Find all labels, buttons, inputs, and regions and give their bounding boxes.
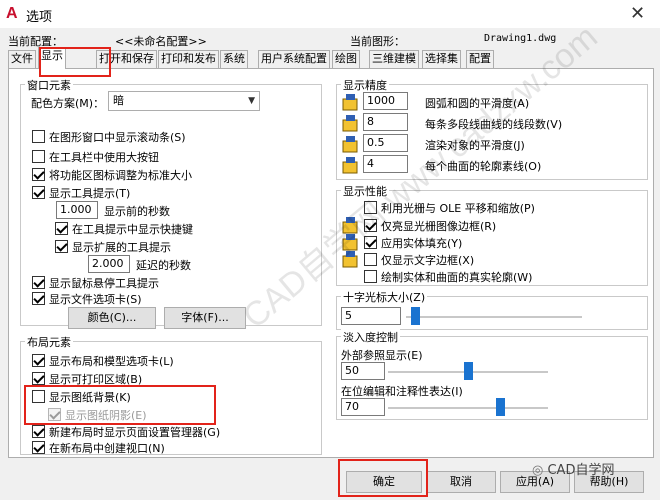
inplace-fade-label: 在位编辑和注释性表达(I) bbox=[341, 385, 463, 398]
current-drawing-label: 当前图形： bbox=[350, 35, 405, 48]
autocad-logo-icon: A bbox=[6, 5, 18, 22]
layout-model-tabs-checkbox[interactable] bbox=[32, 354, 45, 367]
show-tooltips-checkbox[interactable] bbox=[32, 186, 45, 199]
inplace-fade-input[interactable]: 70 bbox=[341, 398, 385, 416]
arc-smoothness-input[interactable]: 1000 bbox=[363, 92, 408, 110]
page-setup-manager-checkbox[interactable] bbox=[32, 425, 45, 438]
display-resolution-title: 显示精度 bbox=[341, 77, 389, 93]
layout-model-tabs-label: 显示布局和模型选项卡(L) bbox=[49, 355, 174, 368]
file-tabs-label: 显示文件选项卡(S) bbox=[49, 293, 142, 306]
drawing-setting-icon bbox=[342, 93, 360, 111]
fade-control-title: 淡入度控制 bbox=[341, 329, 400, 345]
show-scrollbars-checkbox[interactable] bbox=[32, 130, 45, 143]
page-setup-manager-label: 新建布局时显示页面设置管理器(G) bbox=[49, 426, 221, 439]
fonts-button[interactable]: 字体(F)... bbox=[164, 307, 246, 329]
ok-button-highlight bbox=[338, 459, 428, 497]
current-profile-value: <<未命名配置>> bbox=[115, 35, 207, 48]
create-viewport-checkbox[interactable] bbox=[32, 441, 45, 454]
saved-with-drawing-icon bbox=[342, 156, 360, 174]
tab-plot-publish[interactable]: 打印和发布 bbox=[158, 50, 219, 68]
window-title: 选项 bbox=[26, 10, 53, 25]
tab-files[interactable]: 文件 bbox=[8, 50, 36, 68]
color-scheme-select[interactable]: 暗 ▼ bbox=[108, 91, 260, 111]
close-icon[interactable]: ✕ bbox=[630, 3, 645, 24]
paper-background-highlight bbox=[24, 385, 216, 425]
crosshair-size-slider-thumb[interactable] bbox=[410, 307, 420, 325]
resize-ribbon-icons-checkbox[interactable] bbox=[32, 168, 45, 181]
display-tab-highlight bbox=[39, 47, 111, 77]
create-viewport-label: 在新布局中创建视口(N) bbox=[49, 442, 165, 455]
large-buttons-checkbox[interactable] bbox=[32, 150, 45, 163]
tab-3d-modeling[interactable]: 三维建模 bbox=[369, 50, 419, 68]
extended-tooltips-checkbox[interactable] bbox=[55, 240, 68, 253]
chevron-down-icon: ▼ bbox=[248, 96, 255, 106]
polyline-segments-input[interactable]: 8 bbox=[363, 113, 408, 131]
tab-selection[interactable]: 选择集 bbox=[422, 50, 461, 68]
colors-button[interactable]: 颜色(C)... bbox=[68, 307, 156, 329]
cancel-button[interactable]: 取消 bbox=[426, 471, 496, 493]
tooltip-delay-label: 显示前的秒数 bbox=[104, 205, 170, 218]
tab-system[interactable]: 系统 bbox=[220, 50, 248, 68]
file-tabs-checkbox[interactable] bbox=[32, 292, 45, 305]
show-tooltips-label: 显示工具提示(T) bbox=[49, 187, 131, 200]
extended-delay-label: 延迟的秒数 bbox=[136, 259, 191, 272]
tab-user-preferences[interactable]: 用户系统配置 bbox=[258, 50, 330, 68]
printable-area-checkbox[interactable] bbox=[32, 372, 45, 385]
crosshair-size-input[interactable]: 5 bbox=[341, 307, 401, 325]
wechat-icon: ◎ bbox=[532, 463, 544, 478]
xref-fade-label: 外部参照显示(E) bbox=[341, 349, 423, 362]
true-silhouettes-checkbox[interactable] bbox=[364, 270, 377, 283]
solid-fill-label: 应用实体填充(Y) bbox=[381, 237, 463, 250]
shortcut-keys-label: 在工具提示中显示快捷键 bbox=[72, 223, 193, 236]
large-buttons-label: 在工具栏中使用大按钮 bbox=[49, 151, 159, 164]
drawing-setting-icon bbox=[342, 114, 360, 132]
extended-delay-input[interactable]: 2.000 bbox=[88, 255, 130, 273]
text-boundary-label: 仅显示文字边框(X) bbox=[381, 254, 475, 267]
xref-fade-input[interactable]: 50 bbox=[341, 362, 385, 380]
saved-with-drawing-icon bbox=[342, 135, 360, 153]
crosshair-size-slider-track[interactable] bbox=[406, 316, 582, 318]
tooltip-delay-input[interactable]: 1.000 bbox=[56, 201, 98, 219]
layout-elements-title: 布局元素 bbox=[25, 334, 73, 350]
rollover-tooltips-checkbox[interactable] bbox=[32, 276, 45, 289]
xref-fade-slider-thumb[interactable] bbox=[464, 362, 473, 380]
tab-profiles[interactable]: 配置 bbox=[466, 50, 494, 68]
color-scheme-value: 暗 bbox=[113, 94, 124, 107]
inplace-fade-slider-thumb[interactable] bbox=[496, 398, 505, 416]
true-silhouettes-label: 绘制实体和曲面的真实轮廓(W) bbox=[381, 271, 533, 284]
resize-ribbon-icons-label: 将功能区图标调整为标准大小 bbox=[49, 169, 192, 182]
rendered-smoothness-input[interactable]: 0.5 bbox=[363, 134, 408, 152]
brand-text: CAD自学网 bbox=[547, 463, 615, 478]
crosshair-size-title: 十字光标大小(Z) bbox=[341, 289, 428, 305]
window-elements-title: 窗口元素 bbox=[25, 77, 73, 93]
brand-label: ◎ CAD自学网 bbox=[532, 459, 614, 478]
rollover-tooltips-label: 显示鼠标悬停工具提示 bbox=[49, 277, 159, 290]
text-boundary-checkbox[interactable] bbox=[364, 253, 377, 266]
shortcut-keys-checkbox[interactable] bbox=[55, 222, 68, 235]
show-scrollbars-label: 在图形窗口中显示滚动条(S) bbox=[49, 131, 186, 144]
extended-tooltips-label: 显示扩展的工具提示 bbox=[72, 241, 171, 254]
color-scheme-label: 配色方案(M)： bbox=[31, 97, 105, 110]
inplace-fade-slider-track[interactable] bbox=[388, 407, 548, 409]
tab-drafting[interactable]: 绘图 bbox=[332, 50, 360, 68]
